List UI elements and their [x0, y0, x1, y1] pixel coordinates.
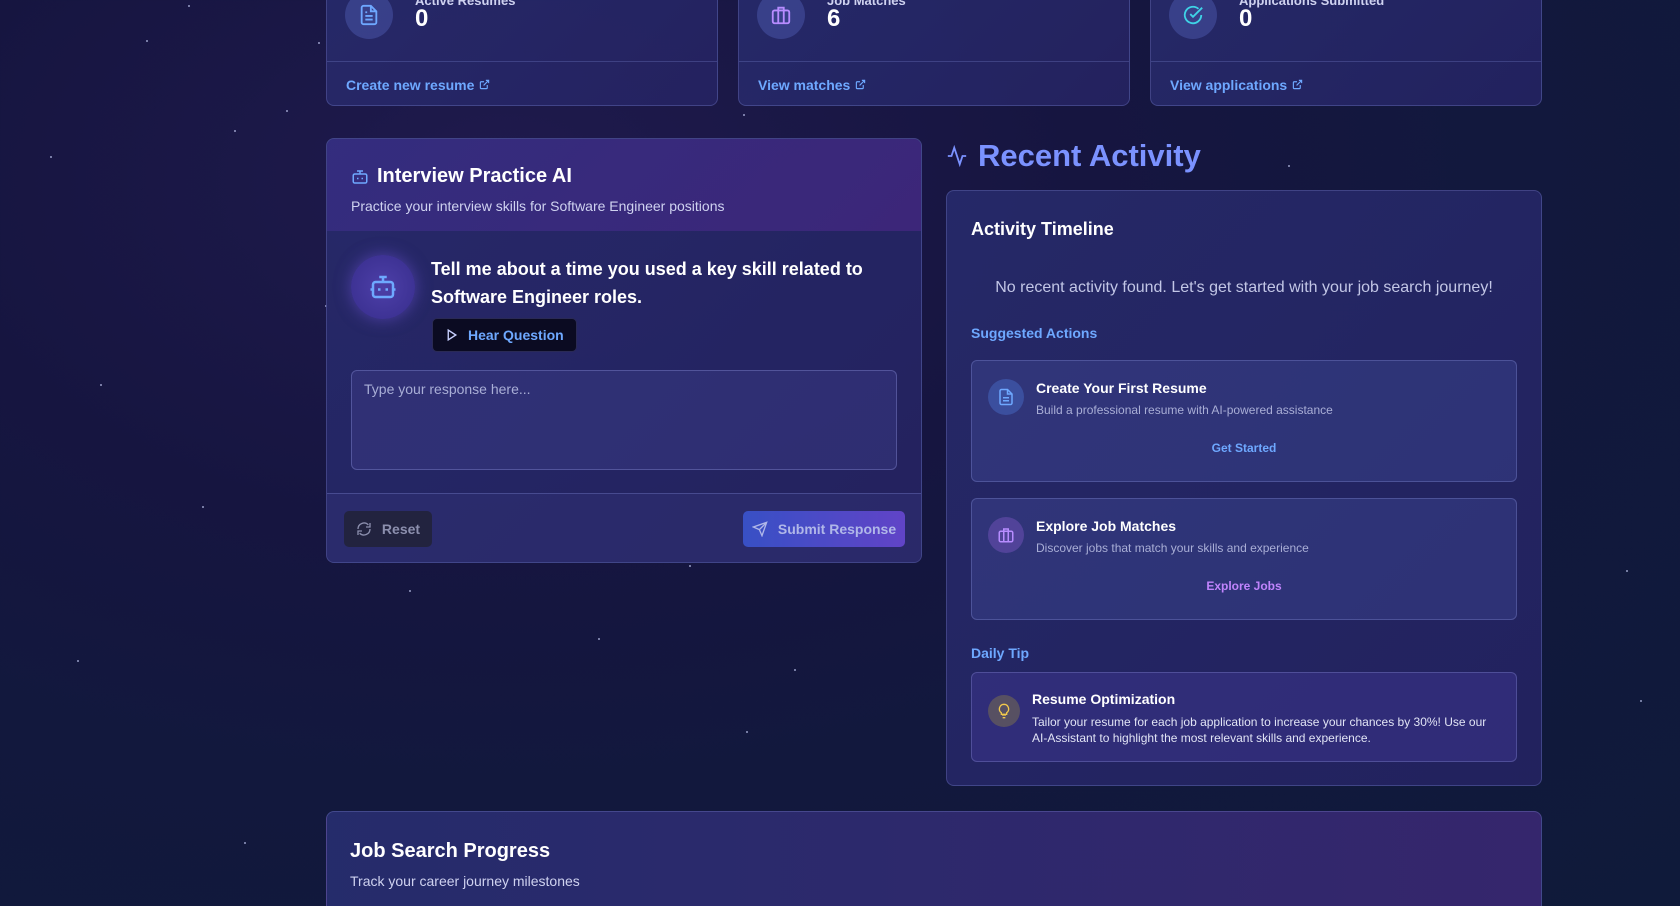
external-link-icon [1293, 79, 1303, 90]
submit-label: Submit Response [777, 521, 897, 537]
briefcase-icon [988, 517, 1024, 553]
suggestion-explore-jobs: Explore Job Matches Discover jobs that m… [971, 498, 1517, 620]
suggestion-desc: Build a professional resume with AI-powe… [1036, 403, 1333, 417]
hear-question-button[interactable]: Hear Question [432, 318, 577, 352]
send-icon [751, 521, 768, 537]
robot-icon [351, 255, 415, 319]
suggestion-title: Explore Job Matches [1036, 518, 1177, 534]
interview-title: Interview Practice AI [377, 165, 572, 187]
timeline-title: Activity Timeline [971, 219, 1114, 239]
link-label: View matches [758, 76, 851, 93]
activity-timeline-card: Activity Timeline No recent activity fou… [946, 190, 1542, 786]
recent-activity-heading: Recent Activity [946, 138, 1201, 174]
hear-question-label: Hear Question [468, 327, 564, 343]
suggested-actions-label: Suggested Actions [971, 325, 1098, 341]
stat-value: 0 [1239, 5, 1253, 32]
interview-practice-card: Interview Practice AI Practice your inte… [326, 138, 922, 563]
suggestion-title: Create Your First Resume [1036, 380, 1207, 396]
lightbulb-icon [988, 695, 1020, 727]
stat-card-applications: Applications Submitted 0 View applicatio… [1150, 0, 1542, 106]
link-label: Create new resume [346, 76, 475, 93]
recent-activity-title: Recent Activity [978, 138, 1201, 173]
stat-value: 0 [415, 5, 429, 32]
progress-subtitle: Track your career journey milestones [350, 873, 580, 889]
activity-icon [947, 145, 967, 167]
tip-title: Resume Optimization [1032, 691, 1176, 707]
external-link-icon [480, 79, 490, 90]
reset-button[interactable]: Reset [344, 511, 432, 547]
daily-tip-label: Daily Tip [971, 645, 1030, 661]
stat-card-resumes: Active Resumes 0 Create new resume [326, 0, 718, 106]
link-label: View applications [1170, 76, 1288, 93]
stat-value: 6 [827, 5, 841, 32]
empty-activity-message: No recent activity found. Let's get star… [995, 279, 1493, 296]
stat-label: Active Resumes [415, 0, 516, 8]
view-applications-link[interactable]: View applications [1151, 61, 1541, 105]
explore-jobs-link[interactable]: Explore Jobs [972, 579, 1516, 593]
check-circle-icon [1169, 0, 1217, 39]
submit-response-button[interactable]: Submit Response [743, 511, 905, 547]
response-textarea[interactable]: Type your response here... [351, 370, 897, 470]
refresh-icon [357, 522, 371, 536]
briefcase-icon [757, 0, 805, 39]
get-started-link[interactable]: Get Started [972, 441, 1516, 455]
document-icon [345, 0, 393, 39]
reset-label: Reset [381, 521, 421, 537]
stat-card-matches: Job Matches 6 View matches [738, 0, 1130, 106]
job-search-progress-card: Job Search Progress Track your career jo… [326, 811, 1542, 906]
suggestion-create-resume: Create Your First Resume Build a profess… [971, 360, 1517, 482]
robot-icon [352, 169, 368, 184]
interview-subtitle: Practice your interview skills for Softw… [351, 198, 725, 214]
response-placeholder: Type your response here... [364, 381, 531, 397]
daily-tip-card: Resume Optimization Tailor your resume f… [971, 672, 1517, 762]
document-icon [988, 379, 1024, 415]
progress-title: Job Search Progress [350, 840, 551, 862]
view-matches-link[interactable]: View matches [739, 61, 1129, 105]
play-icon [447, 328, 458, 342]
tip-desc: Tailor your resume for each job applicat… [1032, 715, 1487, 745]
stat-label: Applications Submitted [1239, 0, 1385, 8]
suggestion-desc: Discover jobs that match your skills and… [1036, 541, 1309, 555]
external-link-icon [856, 79, 866, 90]
create-resume-link[interactable]: Create new resume [327, 61, 717, 105]
interview-question: Tell me about a time you used a key skil… [431, 259, 863, 307]
